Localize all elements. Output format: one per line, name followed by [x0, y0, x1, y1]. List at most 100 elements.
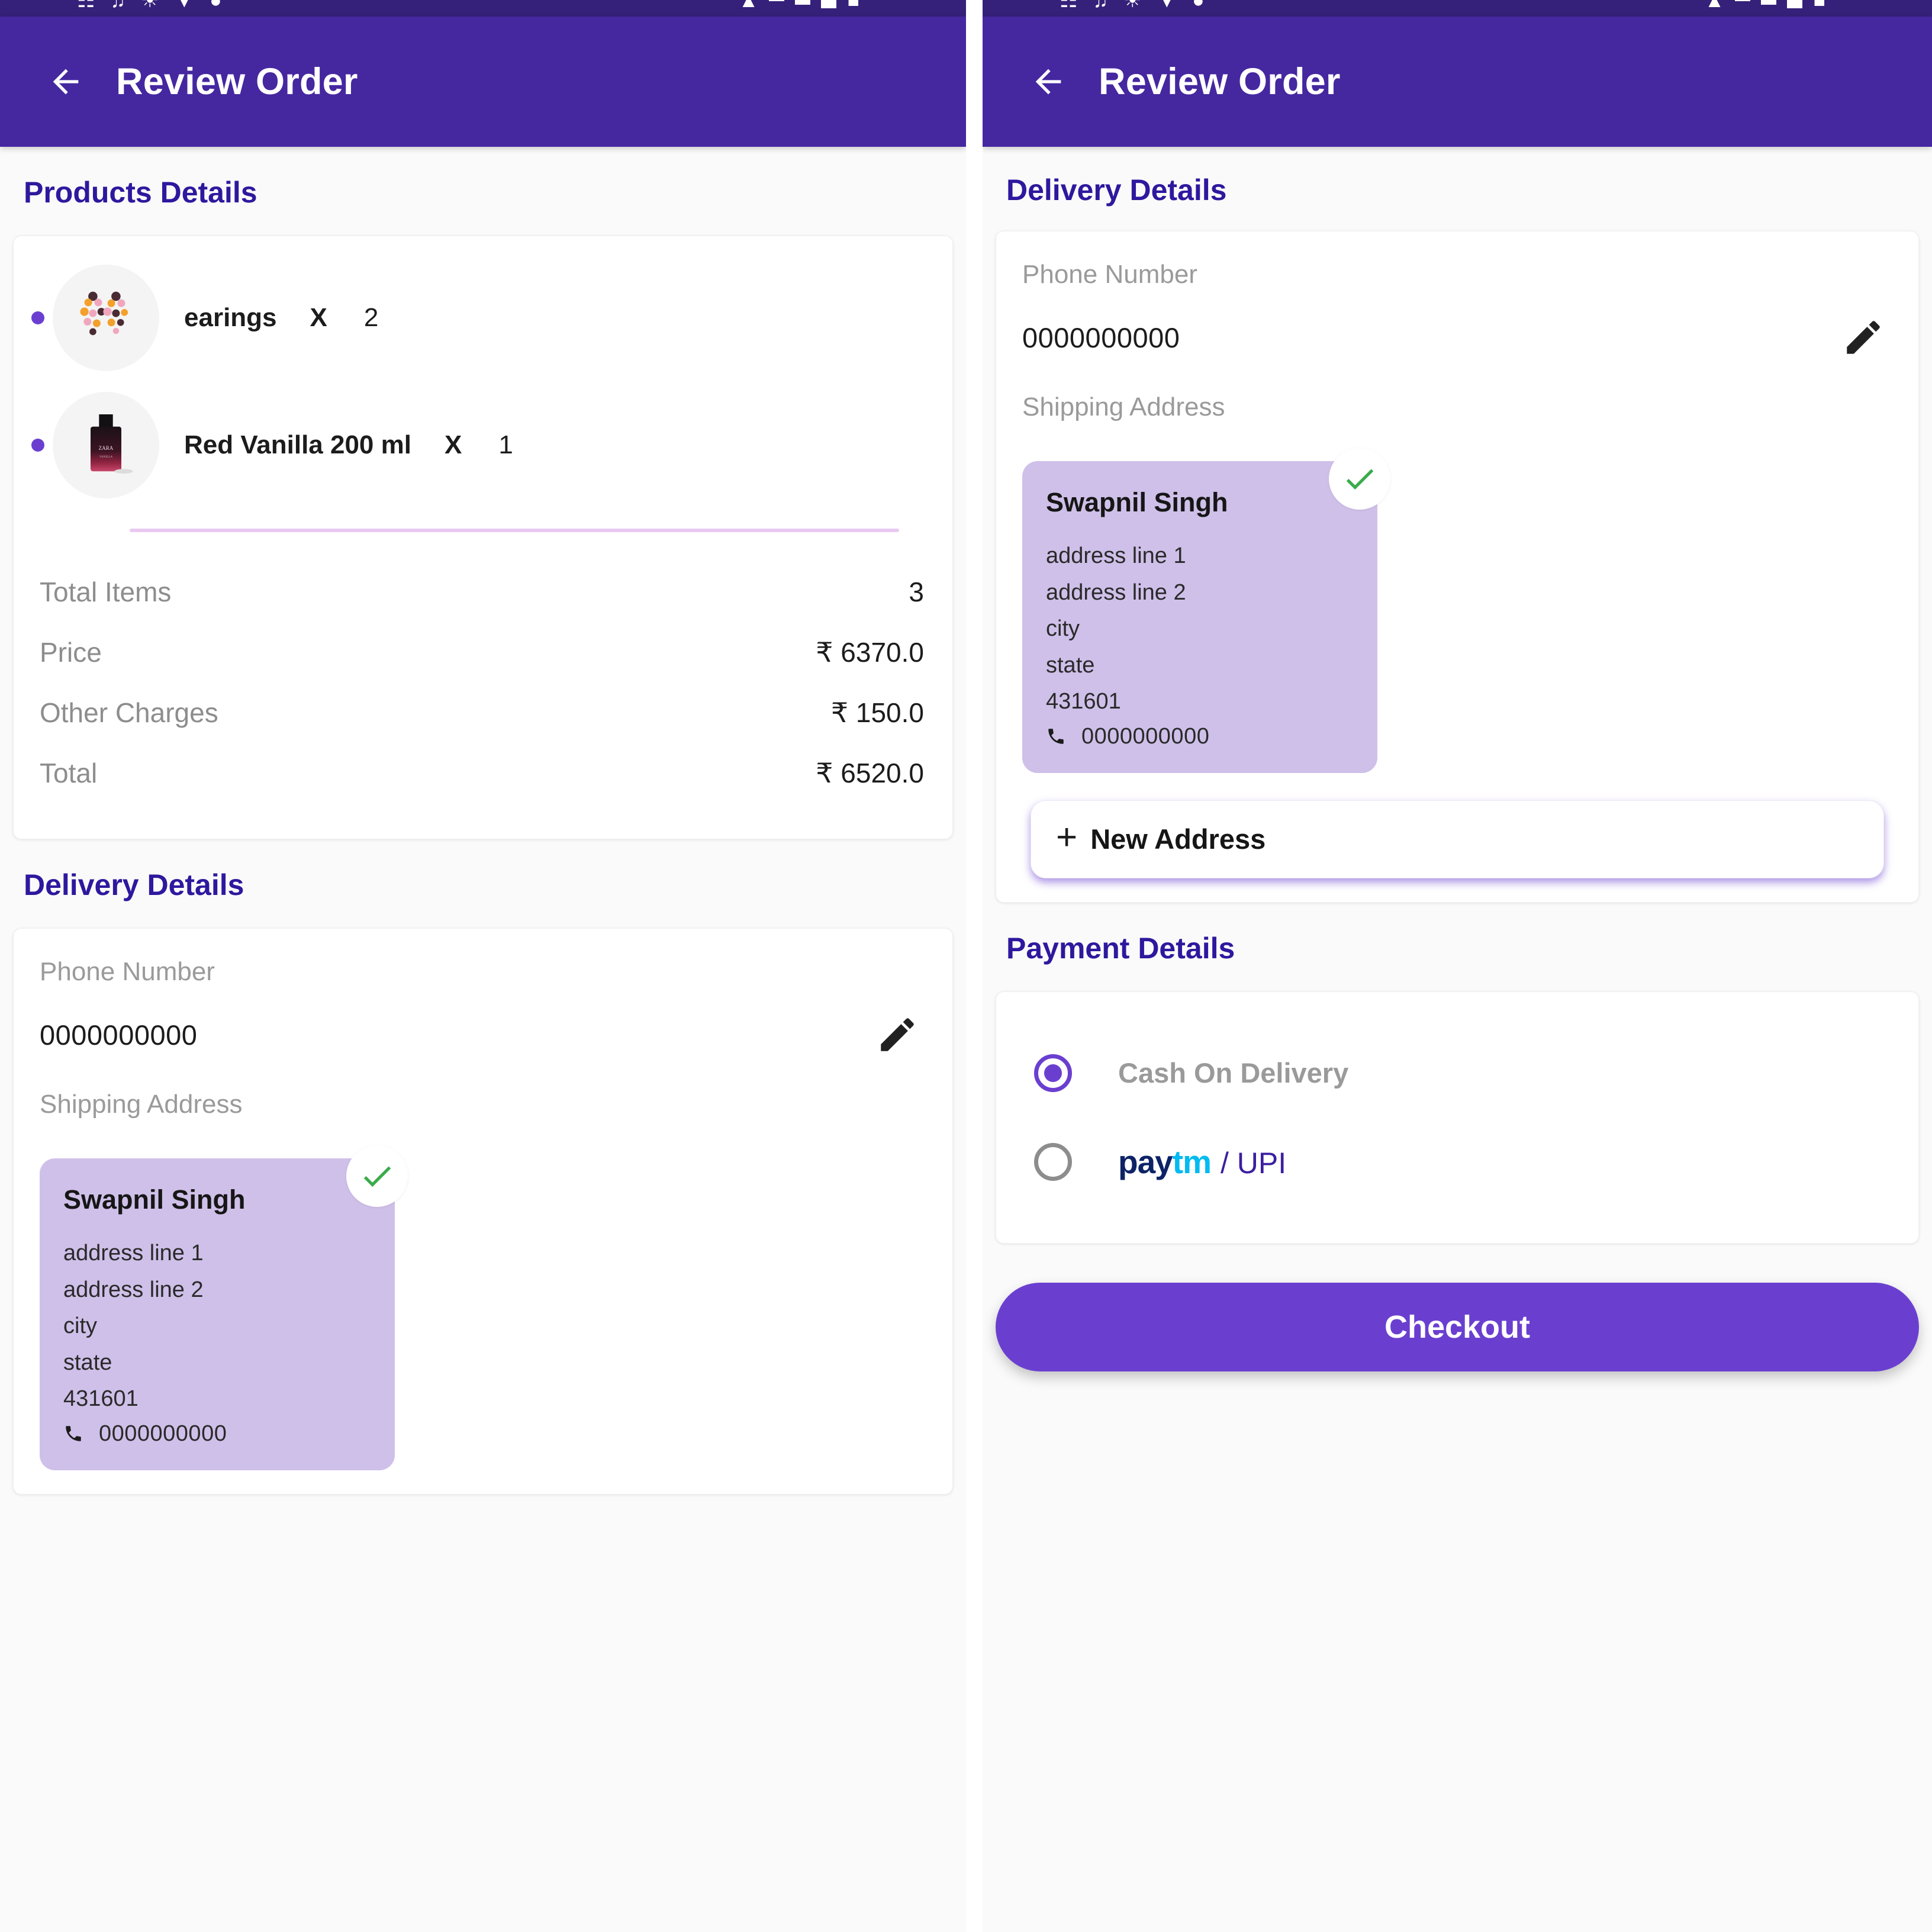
back-button[interactable] [33, 49, 98, 114]
product-multiplier: X [310, 302, 327, 332]
address-pincode: 431601 [63, 1386, 139, 1412]
address-line-1: address line 1 [1046, 543, 1186, 568]
paytm-logo-pay: pay [1118, 1143, 1173, 1180]
phone-number-value: 0000000000 [1022, 321, 1180, 353]
product-thumbnail [53, 264, 159, 371]
left-scroll-body[interactable]: Products Details earings X 2 ZARA VANILL… [0, 147, 966, 1932]
summary-value: ₹ 6520.0 [816, 758, 924, 788]
phone-number-label: Phone Number [40, 957, 215, 986]
status-bar-left-icons: ☷ ♫ ☀ ▼ ● [77, 0, 222, 12]
phone-number-label: Phone Number [1022, 260, 1197, 289]
status-bar: ☷ ♫ ☀ ▼ ● ▲ ■ [983, 0, 1932, 17]
upi-label: / UPI [1221, 1146, 1287, 1180]
summary-label: Total Items [40, 577, 172, 607]
shipping-address-label: Shipping Address [1022, 392, 1225, 421]
payment-option-paytm-upi[interactable]: pay tm / UPI [1022, 1118, 1892, 1206]
summary-row-total-items: Total Items 3 [40, 562, 924, 622]
phone-number-row: 0000000000 [1022, 315, 1892, 359]
address-name: Swapnil Singh [63, 1184, 246, 1215]
delivery-details-heading: Delivery Details [1006, 173, 1227, 207]
payment-details-heading: Payment Details [1006, 931, 1235, 965]
arrow-left-icon [1035, 69, 1061, 95]
back-button[interactable] [1016, 49, 1081, 114]
page-title: Review Order [1099, 61, 1341, 102]
summary-label: Price [40, 637, 102, 668]
product-quantity: 2 [363, 302, 379, 332]
new-address-button[interactable]: + New Address [1031, 800, 1884, 878]
delivery-card: Phone Number 0000000000 Shipping Address… [996, 231, 1919, 903]
right-screen: ☷ ♫ ☀ ▼ ● ▲ ■ Review Order Delivery Details P… [983, 0, 1932, 1932]
checkout-label: Checkout [1384, 1309, 1531, 1345]
status-bar-right-icons: ▲ ■ [1705, 0, 1825, 11]
products-card: earings X 2 ZARA VANILLA Red Vanilla 200… [13, 236, 953, 839]
new-address-label: New Address [1090, 823, 1266, 855]
phone-icon [66, 1426, 81, 1441]
pencil-icon [1847, 321, 1880, 354]
phone-icon [1048, 729, 1064, 744]
status-bar-left-icons: ☷ ♫ ☀ ▼ ● [1060, 0, 1205, 12]
page-title: Review Order [116, 61, 358, 102]
check-icon [1346, 469, 1374, 490]
address-phone-row: 0000000000 [63, 1421, 371, 1447]
product-thumbnail: ZARA VANILLA [53, 391, 159, 498]
product-row[interactable]: earings X 2 [14, 254, 952, 381]
address-state: state [63, 1350, 112, 1375]
delivery-details-heading: Delivery Details [24, 868, 244, 901]
address-card[interactable]: Swapnil Singh address line 1 address lin… [1022, 461, 1377, 773]
status-bar-right-icons: ▲ ■ [739, 0, 859, 11]
product-quantity: 1 [498, 430, 513, 459]
app-bar: Review Order [0, 17, 966, 147]
address-card-wrapper[interactable]: Swapnil Singh address line 1 address lin… [1022, 448, 1390, 773]
paytm-logo-tm: tm [1172, 1143, 1212, 1180]
summary-row-other-charges: Other Charges ₹ 150.0 [40, 682, 924, 743]
svg-text:VANILLA: VANILLA [99, 455, 113, 458]
status-bar: ☷ ♫ ☀ ▼ ● ▲ ■ [0, 0, 966, 17]
phone-number-row: 0000000000 [40, 1013, 926, 1057]
summary-row-price: Price ₹ 6370.0 [40, 622, 924, 682]
order-summary: Total Items 3 Price ₹ 6370.0 Other Charg… [14, 532, 952, 839]
checkout-button[interactable]: Checkout [996, 1282, 1919, 1371]
address-phone: 0000000000 [1081, 723, 1210, 749]
product-list: earings X 2 ZARA VANILLA Red Vanilla 200… [14, 236, 952, 508]
address-card[interactable]: Swapnil Singh address line 1 address lin… [40, 1158, 395, 1470]
dual-screenshot-container: ☷ ♫ ☀ ▼ ● ▲ ■ Review Order Products Details [0, 0, 1932, 1932]
phone-number-value: 0000000000 [40, 1019, 198, 1051]
svg-text:ZARA: ZARA [99, 445, 114, 450]
address-line-2: address line 2 [63, 1277, 204, 1302]
summary-value: ₹ 150.0 [830, 697, 924, 728]
app-bar: Review Order [983, 17, 1932, 147]
address-city: city [1046, 616, 1080, 642]
pencil-icon [881, 1018, 914, 1051]
product-multiplier: X [444, 430, 462, 459]
edit-phone-button[interactable] [1841, 315, 1885, 359]
payment-option-cash-on-delivery[interactable]: Cash On Delivery [1022, 1029, 1892, 1118]
summary-value: ₹ 6370.0 [816, 637, 924, 668]
address-state: state [1046, 652, 1095, 678]
address-phone-row: 0000000000 [1046, 724, 1354, 749]
summary-label: Other Charges [40, 697, 218, 728]
address-pincode: 431601 [1046, 689, 1121, 714]
address-line-2: address line 2 [1046, 579, 1186, 605]
radio-paytm-upi[interactable] [1034, 1142, 1072, 1181]
arrow-left-icon [53, 69, 79, 95]
address-card-wrapper[interactable]: Swapnil Singh address line 1 address lin… [40, 1145, 408, 1470]
address-selected-badge [1329, 448, 1390, 510]
perfume-bottle-image: ZARA VANILLA [91, 414, 133, 474]
bullet-icon [31, 438, 44, 452]
flower-earrings-image [80, 291, 128, 335]
left-screen: ☷ ♫ ☀ ▼ ● ▲ ■ Review Order Products Details [0, 0, 966, 1932]
edit-phone-button[interactable] [875, 1013, 919, 1057]
address-line-1: address line 1 [63, 1241, 204, 1266]
summary-label: Total [40, 758, 98, 788]
payment-option-label: Cash On Delivery [1118, 1057, 1349, 1089]
payment-card: Cash On Delivery pay tm / UPI [996, 991, 1919, 1244]
products-details-heading: Products Details [24, 176, 257, 209]
radio-cash-on-delivery[interactable] [1034, 1054, 1072, 1092]
summary-value: 3 [909, 577, 924, 607]
product-row[interactable]: ZARA VANILLA Red Vanilla 200 ml X 1 [14, 381, 952, 508]
right-scroll-body[interactable]: Delivery Details Phone Number 0000000000… [983, 147, 1932, 1932]
address-name: Swapnil Singh [1046, 487, 1228, 517]
paytm-logo: pay tm / UPI [1118, 1143, 1286, 1181]
product-name: earings [184, 302, 277, 332]
address-phone: 0000000000 [99, 1421, 227, 1446]
